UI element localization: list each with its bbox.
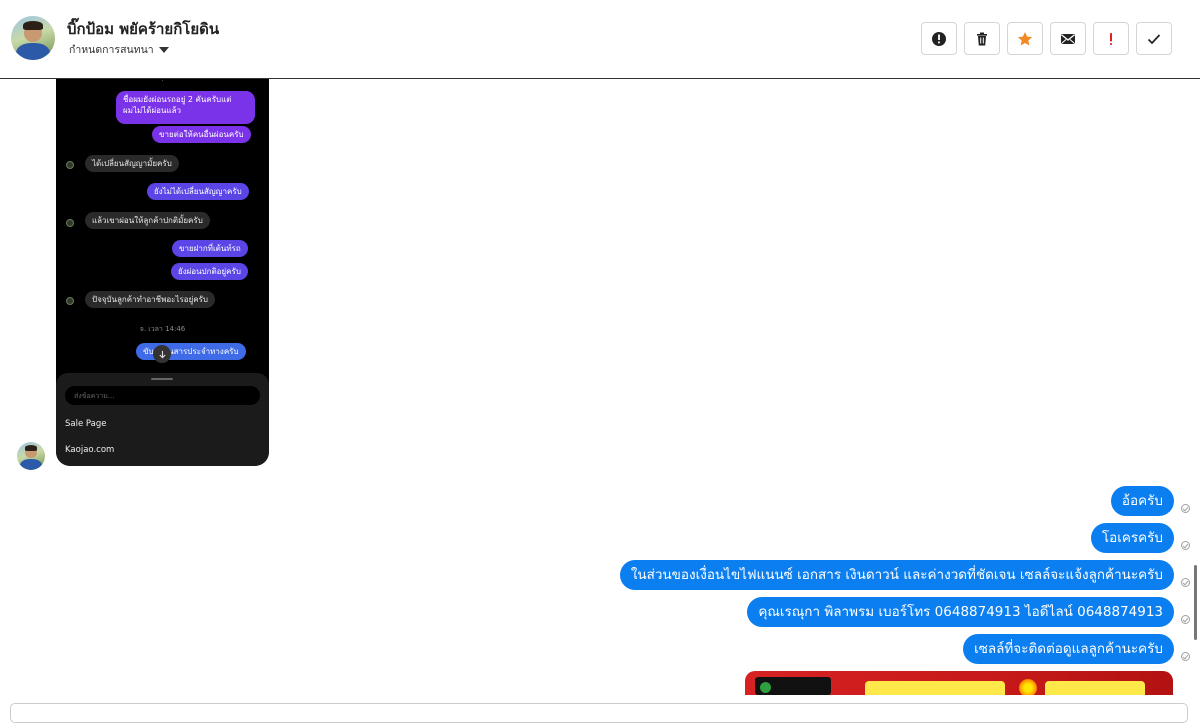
sender-avatar[interactable]	[17, 442, 45, 470]
screenshot-bottom-sheet: ส่งข้อความ... Sale Page Kaojao.com	[56, 373, 269, 466]
read-check-icon	[1181, 615, 1190, 624]
banner-headline-graphic	[865, 681, 1005, 695]
caret-down-icon	[158, 46, 169, 53]
brand-mark-icon	[760, 682, 771, 693]
outgoing-message[interactable]: เซลล์ที่จะติดต่อดูแลลูกค้านะครับ	[963, 634, 1174, 664]
outgoing-message[interactable]: ในส่วนของเงื่อนไขไฟแนนซ์ เอกสาร เงินดาวน…	[619, 560, 1174, 590]
mark-unread-button[interactable]	[1050, 22, 1086, 55]
screenshot-bubble: ยังไม่ได้เปลี่ยนสัญญาครับ	[147, 183, 249, 200]
screenshot-link: Kaojao.com	[65, 445, 115, 455]
screenshot-avatar-icon	[66, 161, 74, 169]
outgoing-message[interactable]: อ้อครับ	[1110, 486, 1174, 516]
outgoing-message[interactable]: คุณเรณุกา พิลาพรม เบอร์โทร 0648874913 ไอ…	[747, 597, 1174, 627]
banner-headline-graphic	[1045, 681, 1145, 695]
alert-circle-icon	[932, 31, 946, 46]
outgoing-message[interactable]: โอเครครับ	[1090, 523, 1174, 553]
screenshot-bubble: ชื่อผมยังผ่อนรถอยู่ 2 คันครับแต่ ผมไม่ได…	[116, 91, 255, 124]
read-check-icon	[1181, 578, 1190, 587]
conversation-schedule-dropdown[interactable]: กำหนดการสนทนา	[69, 41, 169, 58]
star-icon	[1017, 31, 1033, 45]
screenshot-top-timestamp: .	[161, 79, 164, 83]
mark-done-button[interactable]	[1136, 22, 1172, 55]
star-button[interactable]	[1007, 22, 1043, 55]
contact-avatar[interactable]	[11, 16, 55, 60]
trash-icon	[977, 32, 987, 45]
screenshot-link: Sale Page	[65, 419, 107, 429]
report-button[interactable]	[921, 22, 957, 55]
exclamation-icon	[1110, 32, 1112, 45]
sheet-handle	[151, 378, 173, 380]
screenshot-text: ผมไม่ได้ผ่อนแล้ว	[123, 106, 181, 115]
read-check-icon	[1181, 504, 1190, 513]
arrow-down-icon	[153, 345, 171, 363]
conversation-header: บิ๊กป้อม พยัคร้ายกิโยดิน กำหนดการสนทนา	[0, 0, 1200, 79]
screenshot-bubble: ขายฝากที่เต้นท์รถ	[172, 240, 248, 257]
delete-button[interactable]	[964, 22, 1000, 55]
contact-name: บิ๊กป้อม พยัคร้ายกิโยดิน	[67, 20, 220, 38]
toolbar	[921, 22, 1172, 55]
outgoing-image-banner[interactable]	[745, 671, 1173, 695]
message-composer[interactable]	[10, 703, 1188, 723]
check-icon	[1147, 33, 1161, 44]
starburst-icon	[1017, 677, 1039, 695]
envelope-icon	[1061, 33, 1075, 44]
screenshot-timestamp: จ. เวลา 14:46	[139, 325, 186, 333]
screenshot-avatar-icon	[66, 219, 74, 227]
chat-screenshot-image[interactable]: . ชื่อผมยังผ่อนรถอยู่ 2 คันครับแต่ ผมไม่…	[56, 79, 269, 466]
read-check-icon	[1181, 652, 1190, 661]
read-check-icon	[1181, 541, 1190, 550]
screenshot-bubble: ขายต่อให้คนอื่นผ่อนครับ	[152, 126, 251, 143]
screenshot-bubble: แล้วเขาผ่อนให้ลูกค้าปกติมั้ยครับ	[85, 212, 210, 229]
screenshot-bubble: ปัจจุบันลูกค้าทำอาชีพอะไรอยู่ครับ	[85, 291, 215, 308]
screenshot-text: ชื่อผมยังผ่อนรถอยู่ 2 คันครับแต่	[123, 95, 232, 104]
screenshot-avatar-icon	[66, 297, 74, 305]
scrollbar[interactable]	[1194, 565, 1197, 640]
screenshot-bubble: ได้เปลี่ยนสัญญามั้ยครับ	[85, 155, 179, 172]
important-button[interactable]	[1093, 22, 1129, 55]
screenshot-input: ส่งข้อความ...	[65, 386, 260, 405]
schedule-label: กำหนดการสนทนา	[69, 44, 154, 56]
screenshot-bubble: ยังผ่อนปกติอยู่ครับ	[171, 263, 248, 280]
